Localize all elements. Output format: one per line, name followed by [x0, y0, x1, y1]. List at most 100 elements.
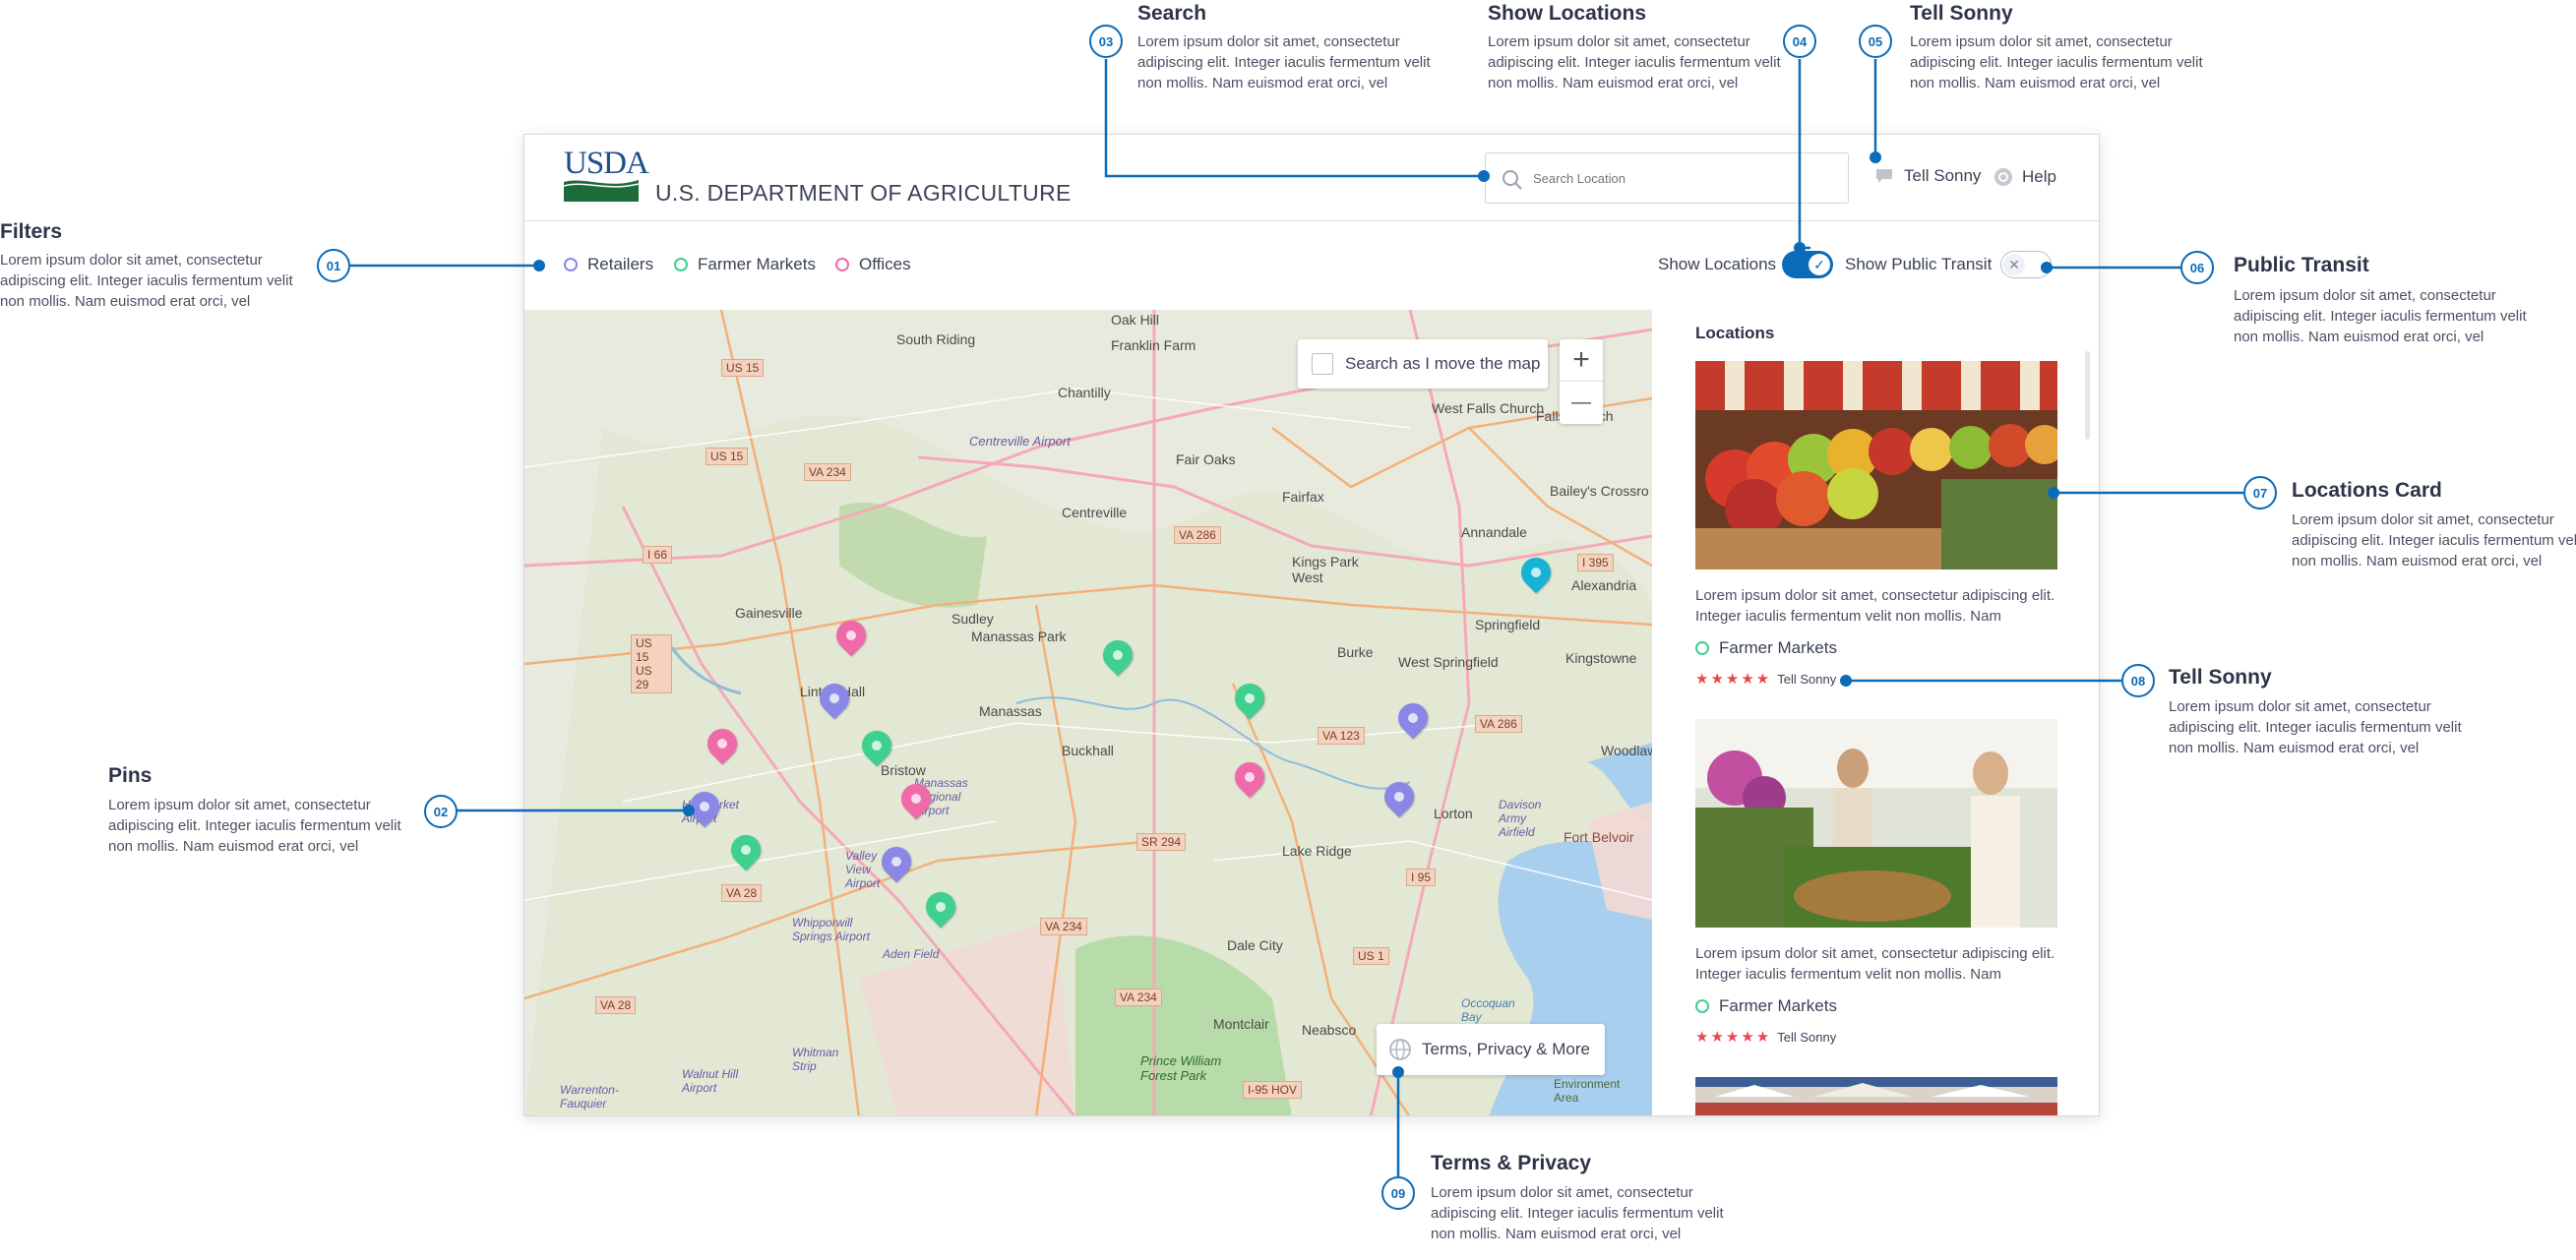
road-shield: VA 28: [721, 884, 763, 902]
map-label: Burke: [1337, 644, 1374, 660]
map-label: Annandale: [1461, 524, 1527, 540]
road-shield: US 15: [705, 448, 749, 465]
note-search-title: Search: [1137, 2, 1207, 25]
show-locations-label: Show Locations: [1658, 255, 1777, 273]
note-filters-title: Filters: [0, 220, 63, 243]
map-label: Kingstowne: [1565, 650, 1637, 666]
help-label: Help: [2022, 167, 2056, 186]
panel-scrollbar[interactable]: [2085, 351, 2090, 440]
filter-offices-label: Offices: [859, 255, 911, 273]
check-icon: ✓: [1809, 254, 1830, 275]
map-label: Bailey's Crossro: [1550, 483, 1649, 499]
map-label: Sudley: [951, 611, 994, 627]
tell-sonny-link[interactable]: Tell Sonny: [1874, 166, 1981, 186]
note-locations-card-body: Lorem ipsum dolor sit amet, consectetur …: [2292, 511, 2576, 570]
farmers-market-tents-image: [1695, 1077, 2057, 1115]
badge-04: 04: [1783, 25, 1816, 58]
help-link[interactable]: Help: [1993, 166, 2056, 188]
road-shield: VA 234: [1040, 918, 1087, 935]
road-shield: US 1: [1353, 947, 1389, 965]
map-label: Montclair: [1213, 1016, 1269, 1032]
search-input[interactable]: [1533, 165, 1828, 191]
location-card-description: Lorem ipsum dolor sit amet, consectetur …: [1695, 945, 2055, 983]
map-label: Manassas: [979, 703, 1042, 719]
location-card-description: Lorem ipsum dolor sit amet, consectetur …: [1695, 587, 2055, 625]
chat-icon: [1876, 169, 1892, 183]
map-label: Fairfax: [1282, 489, 1324, 505]
map-label: Buckhall: [1062, 743, 1114, 758]
filter-bar: Retailers Farmer Markets Offices Show Lo…: [524, 221, 2099, 310]
map-label: Centreville: [1062, 505, 1128, 520]
note-tell-sonny-card-body: Lorem ipsum dolor sit amet, consectetur …: [2169, 698, 2462, 756]
tell-sonny-card-link[interactable]: Tell Sonny: [1777, 1030, 1836, 1045]
location-card-category-label: Farmer Markets: [1719, 996, 1837, 1015]
map-label: Environment Area: [1554, 1077, 1621, 1105]
map-label: Lorton: [1434, 806, 1473, 821]
globe-icon: [1389, 1039, 1411, 1060]
search-icon: [1503, 170, 1522, 190]
map-label: Aden Field: [883, 947, 940, 961]
badge-08: 08: [2121, 664, 2155, 697]
zoom-controls: + —: [1560, 339, 1603, 424]
map-label: Chantilly: [1058, 385, 1111, 400]
filter-offices[interactable]: Offices: [835, 255, 911, 274]
note-public-transit-body: Lorem ipsum dolor sit amet, consectetur …: [2234, 287, 2527, 345]
search-as-move-label: Search as I move the map: [1345, 354, 1541, 373]
farmer-markets-dot-icon: [1695, 641, 1709, 655]
farmer-markets-dot-icon: [1695, 999, 1709, 1013]
location-card-category: Farmer Markets: [1695, 638, 1837, 658]
search-as-move-control[interactable]: Search as I move the map: [1298, 339, 1548, 389]
terms-privacy-label: Terms, Privacy & More: [1422, 1040, 1590, 1058]
usda-logo[interactable]: USDA: [564, 146, 649, 202]
note-tell-sonny-title: Tell Sonny: [1910, 2, 2013, 25]
badge-02: 02: [424, 795, 458, 828]
map-label: Whipporwill Springs Airport: [792, 916, 870, 943]
location-card-image[interactable]: [1695, 1077, 2057, 1115]
road-shield: VA 286: [1174, 526, 1221, 544]
farmers-market-produce-image: [1695, 361, 2057, 570]
road-shield: SR 294: [1136, 833, 1187, 851]
note-show-locations-body: Lorem ipsum dolor sit amet, consectetur …: [1488, 33, 1781, 91]
map-label: Walnut Hill Airport: [682, 1067, 739, 1095]
tell-sonny-card-link[interactable]: Tell Sonny: [1777, 672, 1836, 687]
location-card-category: Farmer Markets: [1695, 996, 1837, 1016]
badge-01: 01: [317, 249, 350, 282]
note-tell-sonny-body: Lorem ipsum dolor sit amet, consectetur …: [1910, 33, 2203, 91]
public-transit-toggle[interactable]: ✕: [2000, 251, 2052, 278]
terms-privacy-button[interactable]: Terms, Privacy & More: [1377, 1024, 1605, 1075]
note-tell-sonny-card-title: Tell Sonny: [2169, 666, 2272, 689]
search-as-move-checkbox[interactable]: [1312, 353, 1333, 375]
zoom-in-button[interactable]: +: [1560, 339, 1603, 382]
usda-logo-text: USDA: [564, 146, 649, 181]
location-card-image[interactable]: [1695, 361, 2057, 570]
location-card-image[interactable]: [1695, 719, 2057, 928]
retailers-dot-icon: [564, 258, 578, 271]
road-shield: I 95: [1406, 869, 1437, 886]
badge-06: 06: [2180, 251, 2214, 284]
badge-03: 03: [1089, 25, 1123, 58]
filter-farmer-markets-label: Farmer Markets: [698, 255, 816, 273]
map-label: Fort Belvoir: [1564, 829, 1634, 845]
farmer-markets-dot-icon: [674, 258, 688, 271]
show-public-transit-label: Show Public Transit: [1845, 255, 1993, 273]
show-locations-toggle[interactable]: ✓: [1782, 251, 1833, 278]
help-globe-icon: [1994, 168, 2012, 186]
star-rating-icons: ★★★★★: [1695, 671, 1772, 688]
map-label: West Springfield: [1398, 654, 1499, 670]
map-label: Fair Oaks: [1176, 451, 1236, 467]
zoom-out-button[interactable]: —: [1560, 382, 1603, 424]
filter-farmer-markets[interactable]: Farmer Markets: [674, 255, 816, 274]
road-shield: US 15 US 29: [631, 634, 672, 693]
star-rating-icons: ★★★★★: [1695, 1029, 1772, 1046]
map-view[interactable]: South Riding Oak Hill Franklin Farm Chan…: [524, 310, 1652, 1115]
badge-09: 09: [1381, 1176, 1415, 1210]
filter-retailers[interactable]: Retailers: [564, 255, 653, 274]
location-card-rating[interactable]: ★★★★★ Tell Sonny: [1695, 670, 1836, 688]
road-shield: VA 123: [1318, 727, 1365, 745]
map-label: West Falls Church: [1432, 400, 1545, 416]
location-card-rating[interactable]: ★★★★★ Tell Sonny: [1695, 1028, 1836, 1046]
app-window: USDA U.S. DEPARTMENT OF AGRICULTURE Tell…: [523, 134, 2100, 1116]
map-base: [524, 310, 1652, 1115]
road-shield: VA 286: [1475, 715, 1522, 733]
search-box[interactable]: [1485, 152, 1849, 204]
